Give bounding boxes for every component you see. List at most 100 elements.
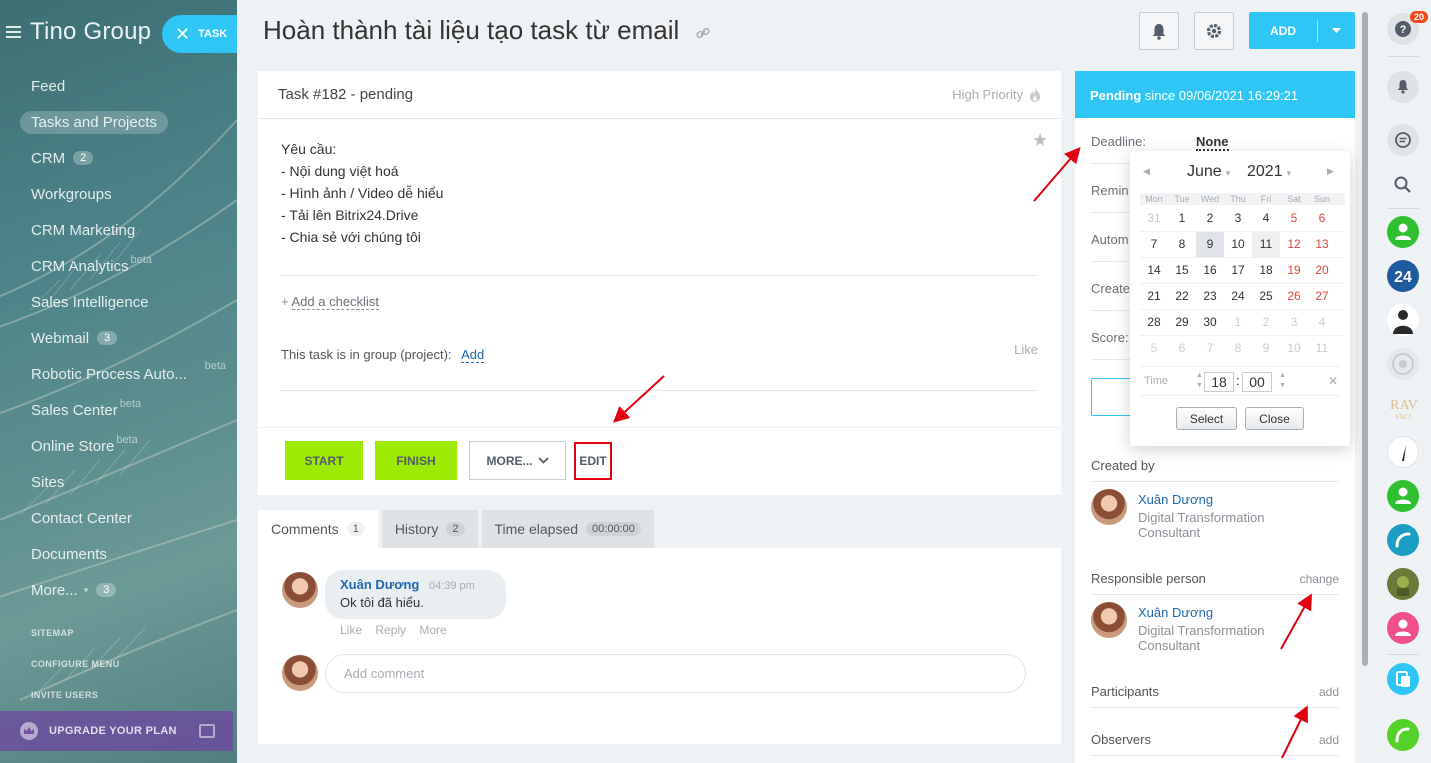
calendar-close-button[interactable]: Close xyxy=(1245,407,1304,430)
calendar-day[interactable]: 10 xyxy=(1280,336,1308,361)
search-icon[interactable] xyxy=(1387,169,1419,201)
like-link[interactable]: Like xyxy=(1014,342,1038,357)
calendar-day[interactable]: 1 xyxy=(1168,206,1196,231)
calendar-day[interactable]: 2 xyxy=(1196,206,1224,231)
responsible-name[interactable]: Xuân Dương xyxy=(1138,605,1213,620)
sidebar-item-online-store[interactable]: Online Store beta xyxy=(20,428,230,464)
calendar-day[interactable]: 22 xyxy=(1168,284,1196,309)
prev-month-icon[interactable]: ◀ xyxy=(1143,166,1150,177)
phone-icon[interactable] xyxy=(1387,719,1419,751)
configure-menu-link[interactable]: CONFIGURE MENU xyxy=(31,659,120,690)
comment-reply-link[interactable]: Reply xyxy=(375,623,406,637)
pen-avatar-icon[interactable] xyxy=(1387,436,1419,468)
add-button[interactable]: ADD xyxy=(1249,12,1355,49)
sidebar-item-more[interactable]: More... ▾ 3 xyxy=(20,572,230,608)
group-avatar-icon[interactable] xyxy=(1387,348,1419,380)
bitrix24-icon[interactable]: 24 xyxy=(1387,260,1419,292)
calendar-day[interactable]: 28 xyxy=(1140,310,1168,335)
calendar-day[interactable]: 4 xyxy=(1308,310,1336,335)
sidebar-item-sales-intelligence[interactable]: Sales Intelligence xyxy=(20,284,230,320)
tab-comments[interactable]: Comments 1 xyxy=(258,510,378,548)
calendar-day[interactable]: 6 xyxy=(1308,206,1336,231)
avatar[interactable] xyxy=(1091,602,1127,638)
minute-spinner-icon[interactable]: ▲ ▼ xyxy=(1279,371,1286,391)
calendar-day[interactable]: 16 xyxy=(1196,258,1224,283)
sidebar-item-rpa[interactable]: Robotic Process Auto... beta xyxy=(20,356,230,392)
sidebar-item-tasks[interactable]: Tasks and Projects xyxy=(20,104,230,140)
calendar-day[interactable]: 5 xyxy=(1140,336,1168,361)
menu-icon[interactable] xyxy=(6,26,28,38)
printer-icon[interactable] xyxy=(199,724,215,738)
add-participant-link[interactable]: add xyxy=(1319,685,1339,699)
calendar-day[interactable]: 29 xyxy=(1168,310,1196,335)
calendar-day[interactable]: 15 xyxy=(1168,258,1196,283)
more-button[interactable]: MORE... xyxy=(469,441,566,480)
calendar-day[interactable]: 31 xyxy=(1140,206,1168,231)
calendar-day[interactable]: 21 xyxy=(1140,284,1168,309)
user-contact-icon[interactable] xyxy=(1387,216,1419,248)
calendar-day[interactable]: 7 xyxy=(1196,336,1224,361)
calendar-day[interactable]: 11 xyxy=(1252,232,1280,257)
calendar-day[interactable]: 7 xyxy=(1140,232,1168,257)
calendar-day[interactable]: 2 xyxy=(1252,310,1280,335)
notification-button[interactable] xyxy=(1139,12,1179,50)
comment-author[interactable]: Xuân Dương xyxy=(340,577,419,592)
calendar-day[interactable]: 25 xyxy=(1252,284,1280,309)
creator-name[interactable]: Xuân Dương xyxy=(1138,492,1213,507)
comment-like-link[interactable]: Like xyxy=(340,623,362,637)
calendar-day[interactable]: 3 xyxy=(1224,206,1252,231)
tab-time-elapsed[interactable]: Time elapsed 00:00:00 xyxy=(481,510,654,548)
next-month-icon[interactable]: ▶ xyxy=(1327,166,1334,177)
add-checklist-link[interactable]: Add a checklist xyxy=(291,294,379,310)
add-observer-link[interactable]: add xyxy=(1319,733,1339,747)
finish-button[interactable]: FINISH xyxy=(375,441,457,480)
deadline-value[interactable]: None xyxy=(1196,134,1229,151)
calendar-day[interactable]: 20 xyxy=(1308,258,1336,283)
calendar-day[interactable]: 6 xyxy=(1168,336,1196,361)
user-avatar-icon[interactable] xyxy=(1387,304,1419,336)
phone-call-icon[interactable] xyxy=(1387,524,1419,556)
calendar-day[interactable]: 27 xyxy=(1308,284,1336,309)
calendar-day[interactable]: 5 xyxy=(1280,206,1308,231)
calendar-day[interactable]: 3 xyxy=(1280,310,1308,335)
calendar-day[interactable]: 11 xyxy=(1308,336,1336,361)
change-responsible-link[interactable]: change xyxy=(1300,572,1339,586)
user-contact-icon[interactable] xyxy=(1387,612,1419,644)
company-logo[interactable]: Tino Group xyxy=(30,18,151,46)
calendar-day[interactable]: 9 xyxy=(1252,336,1280,361)
add-group-link[interactable]: Add xyxy=(461,347,485,363)
hour-input[interactable]: 18 xyxy=(1204,372,1234,392)
sitemap-link[interactable]: SITEMAP xyxy=(31,628,120,659)
sidebar-item-feed[interactable]: Feed xyxy=(20,68,230,104)
calendar-day[interactable]: 23 xyxy=(1196,284,1224,309)
edit-button[interactable]: EDIT xyxy=(574,442,612,480)
comment-more-link[interactable]: More xyxy=(419,623,446,637)
month-select[interactable]: June ▾ xyxy=(1187,163,1230,181)
calendar-day[interactable]: 1 xyxy=(1224,310,1252,335)
calendar-day[interactable]: 30 xyxy=(1196,310,1224,335)
calendar-day[interactable]: 19 xyxy=(1280,258,1308,283)
add-comment-input[interactable]: Add comment xyxy=(325,654,1026,693)
sidebar-item-workgroups[interactable]: Workgroups xyxy=(20,176,230,212)
photo-avatar-icon[interactable] xyxy=(1387,568,1419,600)
avatar[interactable] xyxy=(282,572,318,608)
minute-input[interactable]: 00 xyxy=(1242,372,1272,392)
calendar-select-button[interactable]: Select xyxy=(1176,407,1237,430)
star-icon[interactable]: ★ xyxy=(1032,130,1048,151)
calendar-day[interactable]: 10 xyxy=(1224,232,1252,257)
calendar-day[interactable]: 14 xyxy=(1140,258,1168,283)
sidebar-item-contact-center[interactable]: Contact Center xyxy=(20,500,230,536)
settings-button[interactable] xyxy=(1194,12,1234,50)
calendar-day[interactable]: 8 xyxy=(1224,336,1252,361)
sidebar-item-sales-center[interactable]: Sales Center beta xyxy=(20,392,230,428)
chevron-down-icon[interactable] xyxy=(1318,28,1355,33)
notifications-icon[interactable] xyxy=(1387,71,1419,103)
calendar-day[interactable]: 8 xyxy=(1168,232,1196,257)
calendar-day[interactable]: 12 xyxy=(1280,232,1308,257)
sidebar-item-webmail[interactable]: Webmail 3 xyxy=(20,320,230,356)
sidebar-item-crm-analytics[interactable]: CRM Analytics beta xyxy=(20,248,230,284)
sidebar-item-documents[interactable]: Documents xyxy=(20,536,230,572)
calendar-day[interactable]: 26 xyxy=(1280,284,1308,309)
upgrade-plan-button[interactable]: UPGRADE YOUR PLAN xyxy=(0,711,233,751)
calendar-day[interactable]: 17 xyxy=(1224,258,1252,283)
